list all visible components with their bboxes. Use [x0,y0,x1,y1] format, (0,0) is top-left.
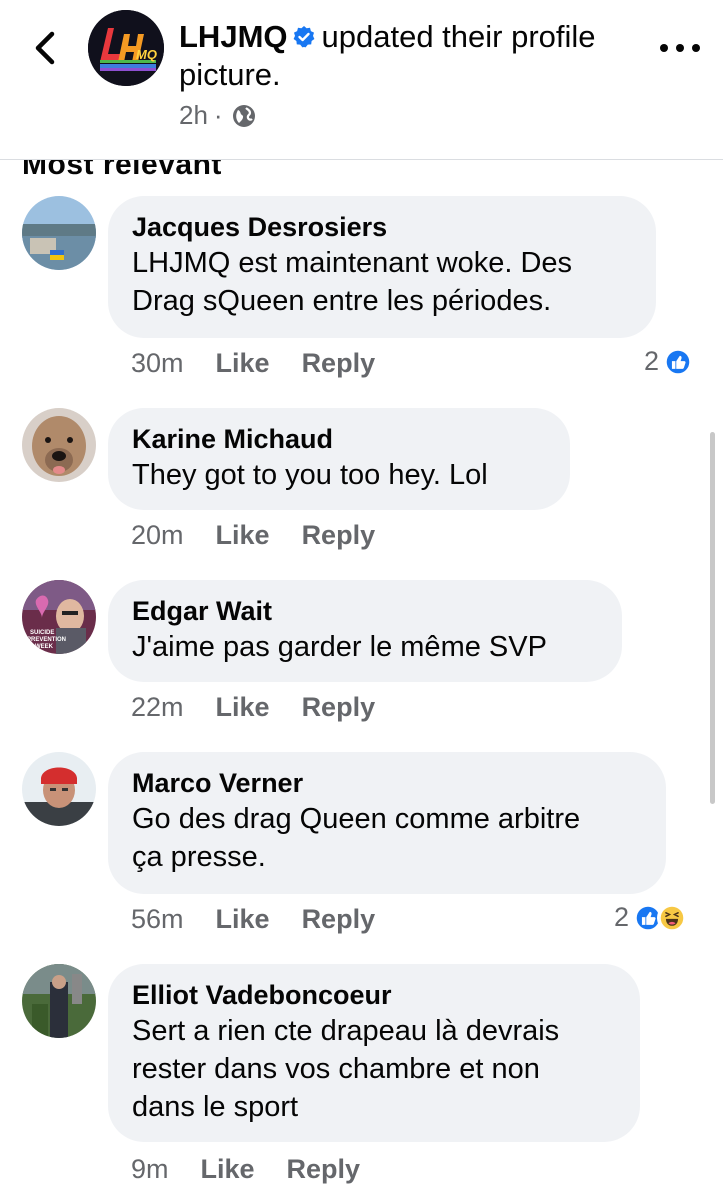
commenter-name[interactable]: Marco Verner [132,766,642,800]
reply-button[interactable]: Reply [287,1154,361,1185]
avatar[interactable] [22,752,96,826]
comment-bubble: Jacques Desrosiers LHJMQ est maintenant … [108,196,656,338]
reaction-summary[interactable]: 2 [644,346,694,377]
haha-reaction-icon [657,902,688,933]
comment-text: dans le sport [132,1091,299,1123]
comment-time[interactable]: 56m [131,904,184,935]
reaction-count: 2 [614,902,630,932]
reply-button[interactable]: Reply [302,348,376,379]
comment-actions: 9m Like Reply [131,1154,360,1185]
comment-text: J'aime pas garder le même SVP [132,631,547,663]
reaction-summary[interactable]: 2 [614,902,688,933]
svg-text:WEEK: WEEK [35,644,54,650]
comment-time[interactable]: 22m [131,692,184,723]
logo-lettering: MQ [136,47,157,62]
scrollbar[interactable] [710,432,715,804]
reply-button[interactable]: Reply [302,520,376,551]
comment-text: ça presse. [132,841,266,873]
comment-bubble: Edgar Wait J'aime pas garder le même SVP [108,580,622,682]
like-button[interactable]: Like [216,520,270,551]
more-dot-icon [660,44,668,52]
commenter-name[interactable]: Edgar Wait [132,594,598,628]
more-options-button[interactable] [660,36,700,60]
comment-bubble: Marco Verner Go des drag Queen comme arb… [108,752,666,894]
reaction-count: 2 [644,346,660,376]
comment-bubble: Elliot Vadeboncoeur Sert a rien cte drap… [108,964,640,1142]
lhjmq-logo: MQ [88,10,164,86]
avatar[interactable] [22,408,96,482]
more-dot-icon [676,44,684,52]
commenter-name[interactable]: Elliot Vadeboncoeur [132,978,616,1012]
reply-button[interactable]: Reply [302,692,376,723]
comment-actions: 56m Like Reply [131,904,375,935]
comment-text: Go des drag Queen comme arbitre [132,803,581,835]
chevron-left-icon [35,31,55,65]
comment-text: LHJMQ est maintenant woke. Des [132,247,573,279]
like-button[interactable]: Like [216,692,270,723]
back-button[interactable] [28,28,62,68]
globe-icon [232,104,255,127]
page-avatar[interactable]: MQ [88,10,164,86]
post-title: LHJMQ updated their profile picture. [179,18,629,94]
comment-text: Drag sQueen entre les périodes. [132,285,552,317]
comment-text: Sert a rien cte drapeau là devrais [132,1015,560,1047]
more-dot-icon [692,44,700,52]
avatar[interactable] [22,964,96,1038]
commenter-name[interactable]: Jacques Desrosiers [132,210,632,244]
like-button[interactable]: Like [216,904,270,935]
commenter-name[interactable]: Karine Michaud [132,422,546,456]
comment-actions: 22m Like Reply [131,692,375,723]
svg-text:PREVENTION: PREVENTION [27,637,66,643]
verified-badge-icon [292,20,316,48]
avatar[interactable]: SUICIDE PREVENTION WEEK [22,580,96,654]
comment-actions: 30m Like Reply [131,348,375,379]
comment-text: They got to you too hey. Lol [132,459,488,491]
meta-separator: · [213,100,223,130]
like-button[interactable]: Like [216,348,270,379]
comment-time[interactable]: 9m [131,1154,169,1185]
page-name[interactable]: LHJMQ [179,19,288,54]
comment-time[interactable]: 20m [131,520,184,551]
comment-text: rester dans vos chambre et non [132,1053,540,1085]
like-button[interactable]: Like [201,1154,255,1185]
like-reaction-icon [663,346,694,377]
avatar[interactable] [22,196,96,270]
comment-time[interactable]: 30m [131,348,184,379]
post-meta: 2h · [179,100,257,131]
comment-bubble: Karine Michaud They got to you too hey. … [108,408,570,510]
avatar-caption: SUICIDE [30,630,54,636]
post-time[interactable]: 2h [179,100,208,131]
reply-button[interactable]: Reply [302,904,376,935]
comment-actions: 20m Like Reply [131,520,375,551]
post-header: MQ LHJMQ updated their profile picture. 2… [0,0,723,160]
